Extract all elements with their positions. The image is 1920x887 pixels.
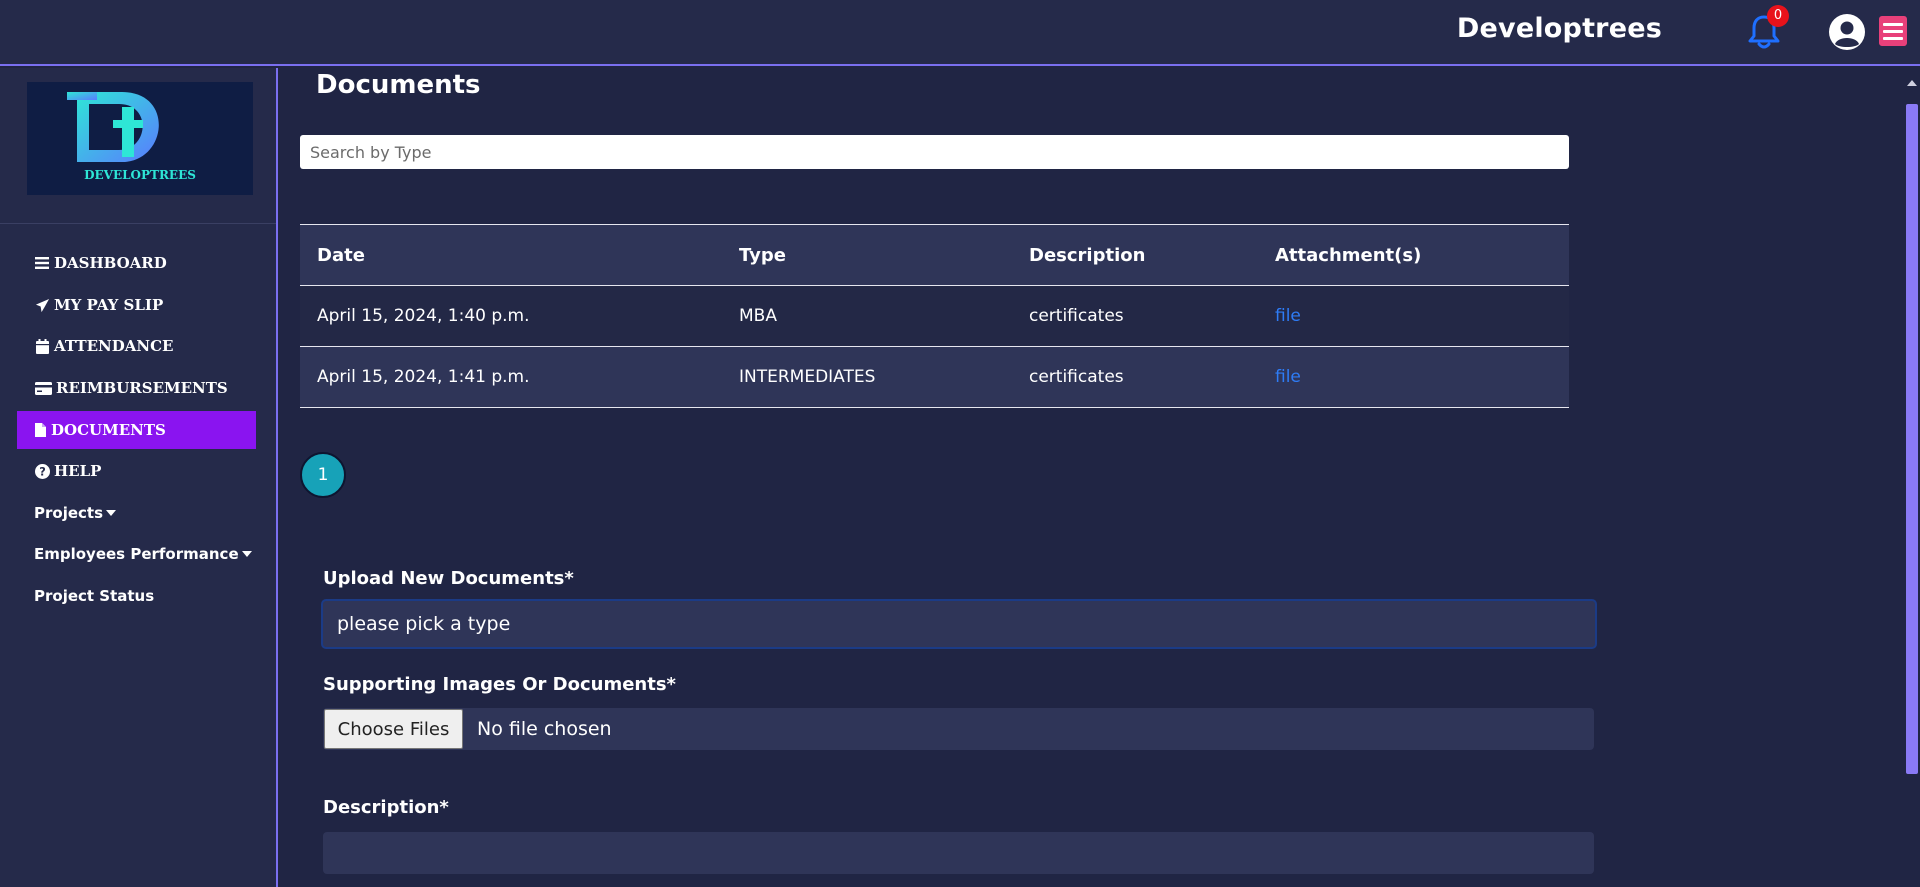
caret-down-icon [241, 551, 252, 557]
sidebar-divider [0, 223, 276, 224]
brand-name: Developtrees [1456, 13, 1662, 44]
column-header-description: Description [1029, 244, 1146, 266]
sidebar-item-label: DOCUMENTS [51, 421, 166, 439]
file-icon [34, 422, 47, 438]
sidebar-item-label: DASHBOARD [54, 254, 167, 272]
logo-image: DEVELOPTREES [67, 92, 196, 182]
supporting-files-label: Supporting Images Or Documents* [323, 674, 676, 695]
sidebar-item-my-pay-slip[interactable]: MY PAY SLIP [17, 286, 256, 324]
column-header-attachments: Attachment(s) [1275, 244, 1422, 266]
attachment-link[interactable]: file [1275, 367, 1301, 387]
description-field[interactable] [323, 832, 1594, 874]
company-logo: DEVELOPTREES [27, 82, 253, 195]
table-row: April 15, 2024, 1:41 p.m. INTERMEDIATES … [300, 347, 1569, 408]
sidebar-item-label: REIMBURSEMENTS [56, 379, 228, 397]
caret-down-icon [106, 510, 117, 516]
attachment-link[interactable]: file [1275, 306, 1301, 326]
cell-description: certificates [1029, 306, 1124, 326]
sidebar-item-label: HELP [54, 462, 102, 480]
sidebar-item-reimbursements[interactable]: REIMBURSEMENTS [17, 369, 256, 407]
document-type-select[interactable]: please pick a type [321, 599, 1597, 649]
calendar-icon [34, 338, 50, 354]
page-title: Documents [316, 70, 481, 100]
sidebar-item-dashboard[interactable]: DASHBOARD [17, 244, 256, 282]
description-label: Description* [323, 797, 449, 818]
column-header-type: Type [739, 244, 786, 266]
cell-date: April 15, 2024, 1:40 p.m. [317, 306, 530, 326]
select-value: please pick a type [337, 613, 511, 635]
question-circle-icon: ? [34, 463, 50, 479]
sidebar-item-projects[interactable]: Projects [34, 500, 117, 526]
cell-date: April 15, 2024, 1:41 p.m. [317, 367, 530, 387]
sidebar-item-help[interactable]: ? HELP [17, 452, 256, 490]
column-header-date: Date [317, 244, 365, 266]
scroll-up-arrow-icon[interactable] [1907, 80, 1917, 86]
logo-text: DEVELOPTREES [84, 168, 196, 182]
notification-badge: 0 [1767, 5, 1789, 27]
menu-bar-icon [1883, 29, 1903, 33]
bars-icon [34, 255, 50, 271]
sidebar-item-label: Projects [34, 504, 104, 522]
sidebar-item-label: ATTENDANCE [54, 337, 174, 355]
pagination-page-button[interactable]: 1 [300, 452, 346, 498]
sidebar-item-documents[interactable]: DOCUMENTS [17, 411, 256, 449]
menu-bar-icon [1883, 22, 1903, 26]
top-navbar: Developtrees 0 [0, 0, 1920, 66]
user-avatar-icon[interactable] [1829, 14, 1865, 50]
menu-toggle-button[interactable] [1879, 16, 1907, 46]
cell-description: certificates [1029, 367, 1124, 387]
sidebar-item-label: MY PAY SLIP [54, 296, 164, 314]
cell-type: INTERMEDIATES [739, 367, 876, 387]
scrollbar-thumb[interactable] [1906, 104, 1918, 774]
menu-bar-icon [1883, 36, 1903, 40]
paper-plane-icon [34, 297, 50, 313]
search-input[interactable] [300, 135, 1569, 169]
sidebar-item-attendance[interactable]: ATTENDANCE [17, 327, 256, 365]
file-status-text: No file chosen [477, 718, 612, 740]
sidebar-item-employees-performance[interactable]: Employees Performance [34, 541, 252, 567]
cell-type: MBA [739, 306, 777, 326]
svg-text:?: ? [39, 465, 46, 478]
sidebar-item-label: Employees Performance [34, 545, 239, 563]
table-header: Date Type Description Attachment(s) [300, 224, 1569, 286]
sidebar-item-label: Project Status [34, 587, 155, 605]
file-input: Choose Files No file chosen [323, 708, 1594, 750]
documents-table: Date Type Description Attachment(s) Apri… [300, 224, 1569, 408]
table-row: April 15, 2024, 1:40 p.m. MBA certificat… [300, 286, 1569, 347]
sidebar-item-project-status[interactable]: Project Status [34, 583, 154, 609]
credit-card-icon [34, 380, 52, 396]
upload-label: Upload New Documents* [323, 568, 574, 589]
choose-files-button[interactable]: Choose Files [324, 709, 463, 749]
